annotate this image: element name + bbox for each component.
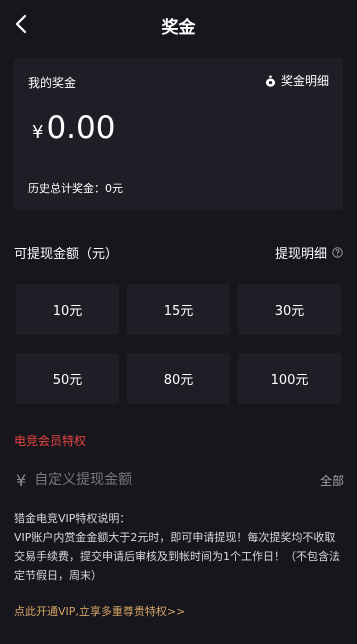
money-bag-icon [265,75,276,87]
history-total: 历史总计奖金：0元 [28,182,123,195]
vip-description-title: 猎金电竞VIP特权说明： [14,512,131,525]
amount-option-100[interactable]: 100元 [238,353,341,404]
vip-description: 猎金电竞VIP特权说明： VIP账户内赏金金额大于2元时，即可申请提现！每次提奖… [14,509,346,585]
vip-description-body: VIP账户内赏金金额大于2元时，即可申请提现！每次提奖均不收取交易手续费，提交申… [14,531,340,582]
amount-option-30[interactable]: 30元 [238,284,341,335]
all-amount-button[interactable]: 全部 [320,472,344,489]
custom-amount-input[interactable] [34,472,320,488]
amount-grid: 10元 15元 30元 50元 80元 100元 [16,284,342,404]
amount-option-80[interactable]: 80元 [127,353,230,404]
help-icon [332,247,343,258]
amount-option-10[interactable]: 10元 [16,284,119,335]
balance-amount: ¥ 0.00 [32,110,115,146]
open-vip-link[interactable]: 点此开通VIP,立享多重尊贵特权>> [14,603,185,619]
header: 奖金 [0,0,357,50]
balance-card: 我的奖金 奖金明细 ¥ 0.00 历史总计奖金：0元 [14,58,343,210]
withdraw-detail-label: 提现明细 [274,247,327,262]
bonus-screen: 奖金 我的奖金 奖金明细 ¥ 0.00 历史总计奖金：0元 可提现金额（元） 提… [0,0,357,644]
custom-currency-symbol: ¥ [16,470,27,490]
my-bonus-label: 我的奖金 [28,76,77,90]
amount-option-50[interactable]: 50元 [16,353,119,404]
vip-privilege-title: 电竞会员特权 [14,434,87,448]
balance-value: 0.00 [46,110,116,146]
bonus-detail-link[interactable]: 奖金明细 [265,72,329,89]
bonus-detail-label: 奖金明细 [280,74,329,88]
withdrawable-amount-label: 可提现金额（元） [14,247,119,262]
amount-option-15[interactable]: 15元 [127,284,230,335]
currency-symbol: ¥ [32,122,44,143]
page-title: 奖金 [161,18,196,38]
custom-amount-row: ¥ 全部 [14,463,344,497]
withdraw-detail-link[interactable]: 提现明细 [275,243,343,262]
